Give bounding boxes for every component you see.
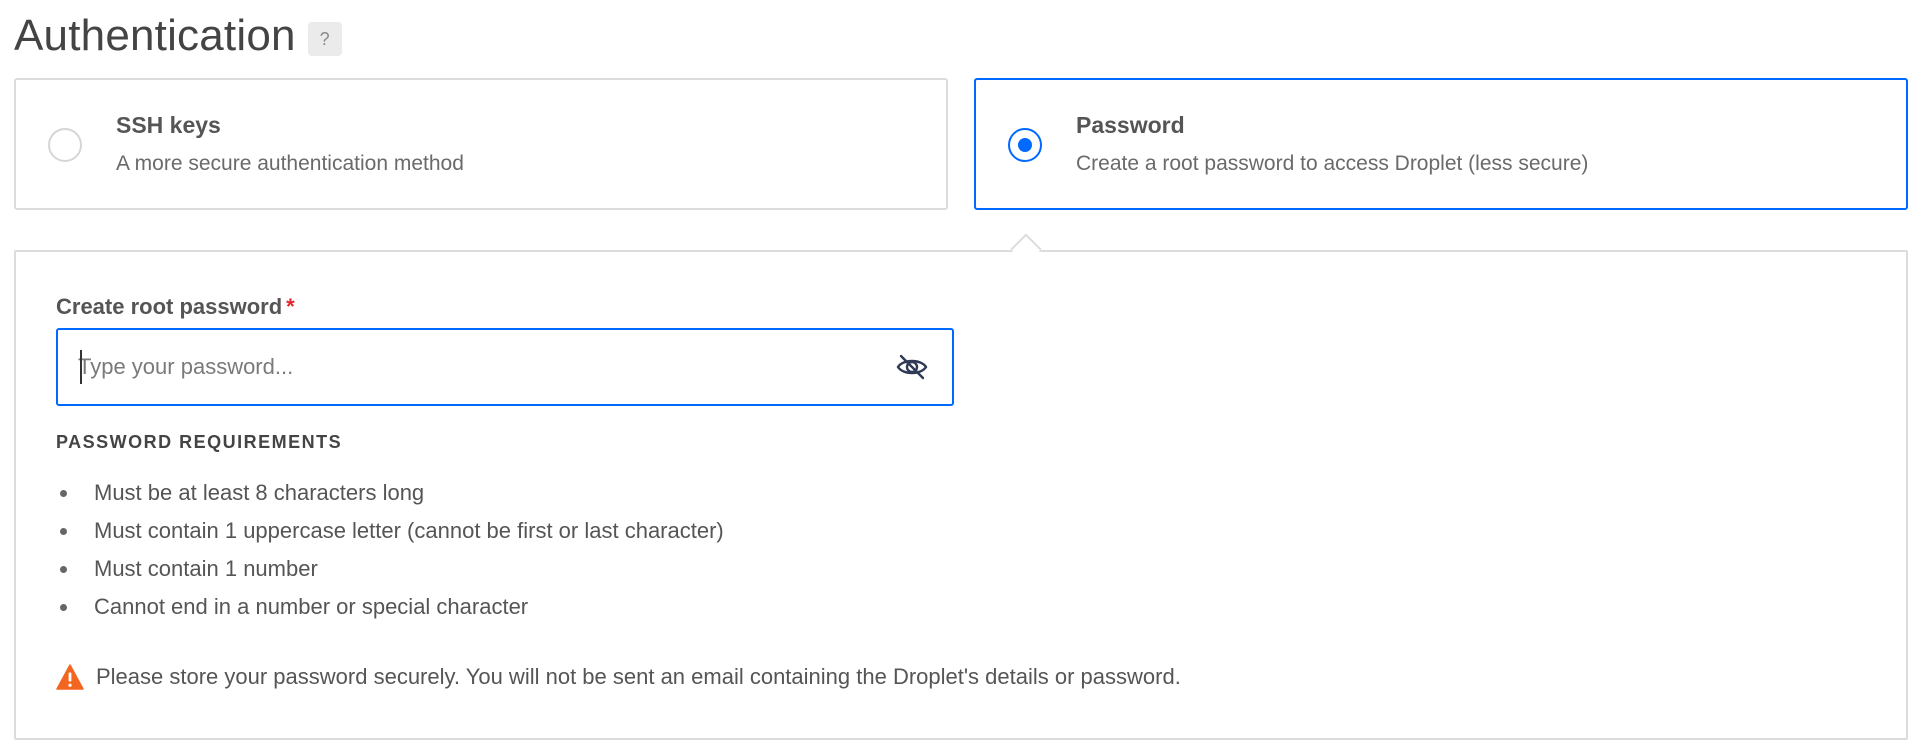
requirement-item: Must be at least 8 characters long <box>56 474 724 512</box>
authentication-section: Authentication ? SSH keys A more secure … <box>0 0 1926 756</box>
ssh-keys-option[interactable]: SSH keys A more secure authentication me… <box>14 78 948 210</box>
requirements-list: Must be at least 8 characters long Must … <box>56 474 724 626</box>
password-panel: Create root password * PASSWORD REQUIREME… <box>14 250 1908 740</box>
ssh-keys-description: A more secure authentication method <box>116 152 464 175</box>
password-input-wrapper <box>56 328 954 406</box>
help-button[interactable]: ? <box>307 22 342 56</box>
requirement-item: Cannot end in a number or special charac… <box>56 588 724 626</box>
password-title: Password <box>1076 112 1185 138</box>
required-marker: * <box>286 294 295 319</box>
requirement-item: Must contain 1 number <box>56 550 724 588</box>
ssh-keys-title: SSH keys <box>116 112 221 138</box>
ssh-keys-radio[interactable] <box>48 128 82 162</box>
page-title: Authentication <box>14 11 296 60</box>
password-radio[interactable] <box>1008 128 1042 162</box>
password-description: Create a root password to access Droplet… <box>1076 152 1589 175</box>
text-cursor <box>80 350 82 384</box>
warning-icon <box>56 664 84 690</box>
password-option[interactable]: Password Create a root password to acces… <box>974 78 1908 210</box>
section-header: Authentication ? <box>14 8 342 64</box>
root-password-input[interactable] <box>78 330 878 404</box>
requirements-heading: PASSWORD REQUIREMENTS <box>56 432 343 452</box>
eye-slash-icon[interactable] <box>896 352 928 382</box>
requirement-item: Must contain 1 uppercase letter (cannot … <box>56 512 724 550</box>
security-warning: Please store your password securely. You… <box>56 664 1181 690</box>
root-password-label-text: Create root password <box>56 294 283 319</box>
root-password-label: Create root password * <box>56 294 295 320</box>
warning-text: Please store your password securely. You… <box>96 664 1181 689</box>
